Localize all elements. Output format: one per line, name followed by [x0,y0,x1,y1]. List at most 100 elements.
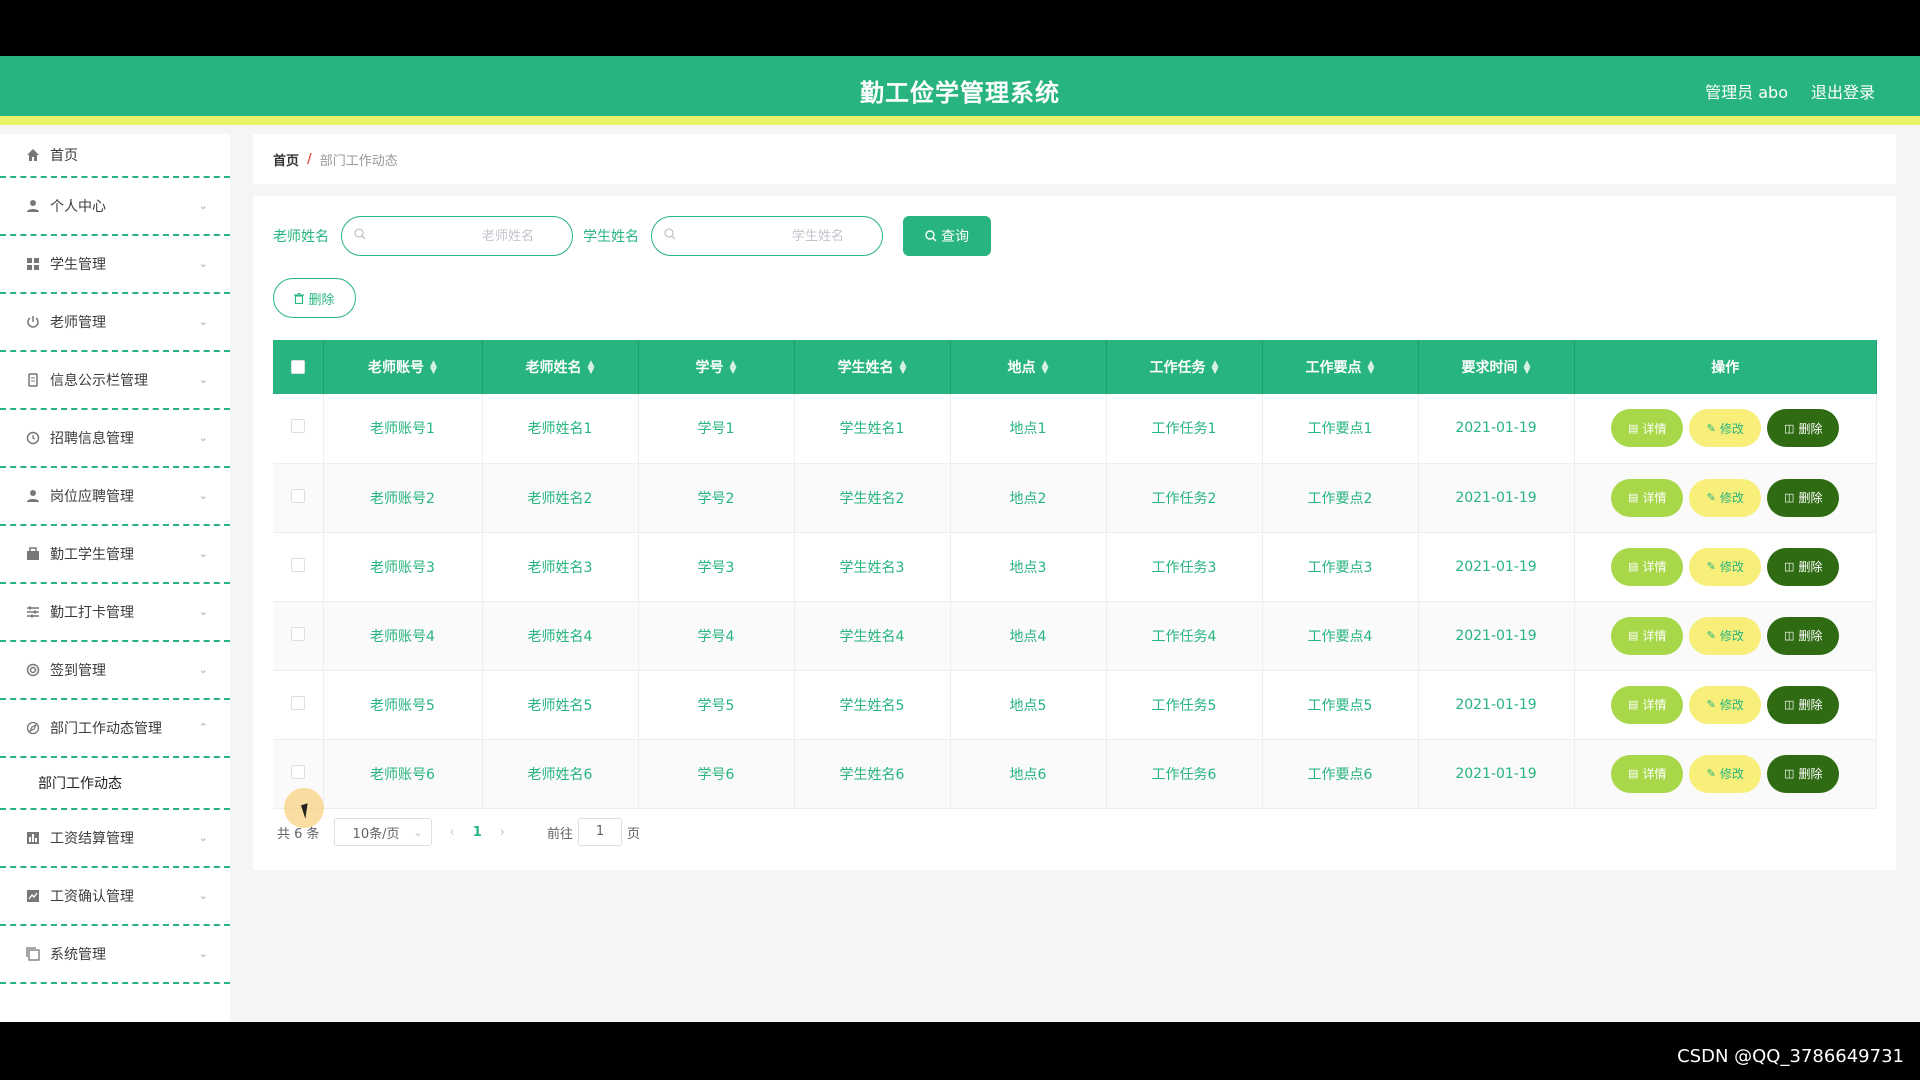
delete-button[interactable]: ◫ 删除 [1767,754,1840,793]
row-checkbox[interactable] [290,695,305,710]
prev-page-button[interactable]: ‹ [450,825,455,840]
table-header-row: 老师账号 ▲ ▼ 老师姓名 ▲ ▼ 学号 ▲ ▼ 学生姓名 ▲ ▼ 地点 ▲ ▼ 工作任务 ▲ ▼ 工作… [273,340,1877,394]
sort-icon[interactable]: ▲ ▼ [1368,360,1375,376]
table-cell: 老师姓名2 [482,463,639,533]
detail-button[interactable]: ▤ 详情 [1611,616,1684,655]
sort-icon[interactable]: ▲ ▼ [1042,360,1049,376]
top-header: 勤工俭学管理系统 管理员 abo 退出登录 [0,56,1920,125]
sidebar-item-salary-confirm[interactable]: 工资确认管理 ⌄ [0,868,230,926]
delete-button[interactable]: ◫ 删除 [1767,409,1840,448]
clock-icon [24,429,42,447]
sort-icon[interactable]: ▲ ▼ [730,360,737,376]
table-cell: 老师账号6 [323,739,483,809]
page-size-select[interactable]: 10条/页 ⌄ [333,818,432,846]
detail-button[interactable]: ▤ 详情 [1611,547,1684,586]
column-header[interactable]: 要求时间 ▲ ▼ [1418,340,1575,394]
delete-button[interactable]: ◫ 删除 [1767,685,1840,724]
table-cell: 工作要点1 [1262,394,1419,464]
user-icon [24,197,42,215]
row-checkbox[interactable] [290,626,305,641]
sidebar-item-clock-in[interactable]: 勤工打卡管理 ⌄ [0,584,230,642]
sidebar-item-label: 工资结算管理 [50,831,134,847]
column-header[interactable]: 地点 ▲ ▼ [950,340,1107,394]
sidebar-item-notice-board[interactable]: 信息公示栏管理 ⌄ [0,352,230,410]
table-cell: 2021-01-19 [1418,601,1575,671]
chevron-down-icon: ⌄ [198,830,208,844]
next-page-button[interactable]: › [500,825,505,840]
search-icon [354,228,366,244]
delete-button[interactable]: ◫ 删除 [1767,547,1840,586]
detail-button[interactable]: ▤ 详情 [1611,685,1684,724]
sidebar-item-applications[interactable]: 岗位应聘管理 ⌄ [0,468,230,526]
column-header[interactable]: 学号 ▲ ▼ [638,340,795,394]
compass-icon [24,719,42,737]
select-all-checkbox[interactable] [290,360,305,374]
sidebar-item-system[interactable]: 系统管理 ⌄ [0,926,230,984]
breadcrumb-current: 部门工作动态 [319,153,398,169]
edit-button[interactable]: ✎ 修改 [1689,478,1762,517]
sidebar-item-work-students[interactable]: 勤工学生管理 ⌄ [0,526,230,584]
sort-icon[interactable]: ▲ ▼ [588,360,595,376]
table-cell: 老师账号3 [323,532,483,602]
column-header[interactable]: 工作任务 ▲ ▼ [1106,340,1263,394]
column-header[interactable]: 学生姓名 ▲ ▼ [794,340,951,394]
row-checkbox[interactable] [290,764,305,779]
column-header[interactable]: 老师姓名 ▲ ▼ [482,340,639,394]
column-header[interactable]: 工作要点 ▲ ▼ [1262,340,1419,394]
edit-button[interactable]: ✎ 修改 [1689,685,1762,724]
actions-cell: ▤ 详情 ✎ 修改 ◫ 删除 [1574,394,1877,464]
detail-button[interactable]: ▤ 详情 [1611,478,1684,517]
sidebar-item-profile[interactable]: 个人中心 ⌄ [0,178,230,236]
logout-link[interactable]: 退出登录 [1811,79,1875,103]
edit-button[interactable]: ✎ 修改 [1689,616,1762,655]
chevron-down-icon: ⌄ [198,604,208,618]
sort-icon[interactable]: ▲ ▼ [430,360,437,376]
row-checkbox[interactable] [290,419,305,434]
table-cell: 学号5 [638,670,795,740]
sidebar-item-label: 岗位应聘管理 [50,489,134,505]
content-panel: 老师姓名 学生姓名 查询 [253,196,1896,870]
file-icon [24,371,42,389]
student-name-input[interactable] [684,228,844,244]
table-cell: 学号1 [638,394,795,464]
sliders-icon [24,603,42,621]
table-cell: 2021-01-19 [1418,670,1575,740]
goto-page-input[interactable]: 1 [578,818,623,846]
edit-button[interactable]: ✎ 修改 [1689,547,1762,586]
sidebar-item-students[interactable]: 学生管理 ⌄ [0,236,230,294]
sidebar-item-home[interactable]: 首页 [0,134,230,178]
sidebar-item-sign-in[interactable]: 签到管理 ⌄ [0,642,230,700]
sidebar-item-salary-settlement[interactable]: 工资结算管理 ⌄ [0,810,230,868]
detail-button[interactable]: ▤ 详情 [1611,754,1684,793]
sidebar-item-teachers[interactable]: 老师管理 ⌄ [0,294,230,352]
row-checkbox[interactable] [290,488,305,503]
edit-button[interactable]: ✎ 修改 [1689,409,1762,448]
sidebar-item-recruitment[interactable]: 招聘信息管理 ⌄ [0,410,230,468]
table-cell: 地点3 [950,532,1107,602]
table-cell: 工作任务6 [1106,739,1263,809]
delete-button[interactable]: ◫ 删除 [1767,616,1840,655]
sidebar-item-label: 信息公示栏管理 [50,373,148,389]
document-icon: ▤ [1628,561,1639,573]
delete-button[interactable]: ◫ 删除 [1767,478,1840,517]
sidebar-subitem-dept-updates[interactable]: 部门工作动态 [0,758,230,810]
row-checkbox[interactable] [290,557,305,572]
batch-delete-button[interactable]: 删除 [273,278,356,318]
detail-button[interactable]: ▤ 详情 [1611,409,1684,448]
breadcrumb-home[interactable]: 首页 [273,150,299,169]
chevron-down-icon: ⌄ [198,546,208,560]
sidebar-item-dept-updates[interactable]: 部门工作动态管理 ⌃ [0,700,230,758]
trash-icon: ◫ [1784,699,1795,711]
sort-icon[interactable]: ▲ ▼ [1524,360,1531,376]
table-cell: 老师姓名1 [482,394,639,464]
page-number[interactable]: 1 [473,825,482,840]
grid-icon [24,255,42,273]
teacher-name-input[interactable] [374,228,534,244]
edit-button[interactable]: ✎ 修改 [1689,754,1762,793]
document-icon: ▤ [1628,422,1639,435]
column-header[interactable]: 老师账号 ▲ ▼ [323,340,483,394]
sort-icon[interactable]: ▲ ▼ [1212,360,1219,376]
line-chart-icon [24,887,42,905]
search-button[interactable]: 查询 [903,216,991,256]
sort-icon[interactable]: ▲ ▼ [900,360,907,376]
